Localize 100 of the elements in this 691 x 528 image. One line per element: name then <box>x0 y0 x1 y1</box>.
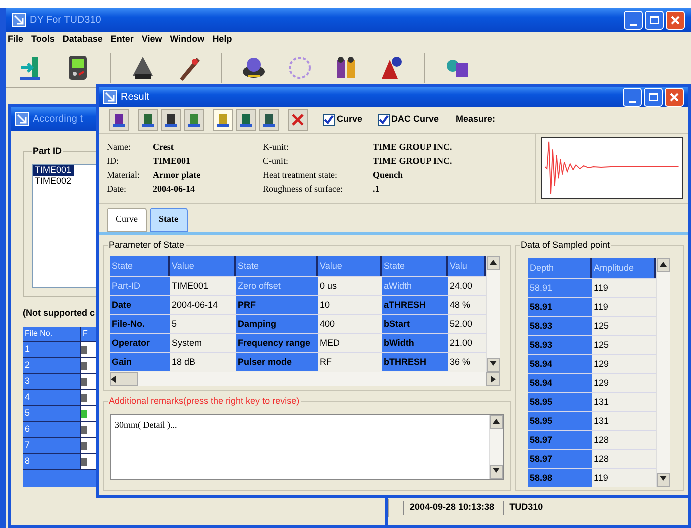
vertical-scrollbar[interactable] <box>656 258 670 487</box>
table-cell: 58.95 <box>528 412 592 430</box>
curve-checkbox[interactable]: DAC Curve <box>378 113 440 127</box>
note-label: (Not supported c <box>23 307 96 319</box>
close-icon <box>671 16 680 24</box>
info-value: TIME GROUP INC. <box>373 154 454 168</box>
table-cell: File-No. <box>110 315 170 333</box>
table-cell: Pulser mode <box>236 353 318 371</box>
delete-button[interactable] <box>288 109 308 131</box>
info-value: .1 <box>373 182 381 196</box>
table-cell: Gain <box>110 353 170 371</box>
list-item[interactable]: TIME002 <box>33 176 74 187</box>
close-icon <box>670 92 679 102</box>
window-title: Result <box>121 90 150 105</box>
check-icon <box>324 115 334 125</box>
vertical-scrollbar[interactable] <box>489 415 503 479</box>
window-title: According t <box>33 112 84 126</box>
group-title: Parameter of State <box>108 239 186 251</box>
table-cell: Part-ID <box>110 277 170 295</box>
down-arrow-icon <box>660 476 667 482</box>
info-value: Crest <box>153 140 175 154</box>
curve-checkbox[interactable]: Curve <box>323 113 363 127</box>
table-cell: bTHRESH <box>382 353 448 371</box>
close-button[interactable] <box>666 10 685 30</box>
table-cell: 58.97 <box>528 431 592 449</box>
info-value: Armor plate <box>153 168 202 182</box>
menu-item[interactable]: File <box>8 33 24 47</box>
measure-label: Measure: <box>456 113 496 126</box>
menu-item[interactable]: Window <box>170 33 205 47</box>
app-icon <box>103 90 117 104</box>
up-arrow-icon <box>660 262 667 267</box>
menu-item[interactable]: Help <box>212 33 232 47</box>
table-cell-text: 119 <box>593 301 610 314</box>
table-cell: 58.93 <box>528 317 592 335</box>
minimize-button[interactable] <box>623 88 642 107</box>
left-arrow-icon <box>111 376 116 382</box>
group-title: Additional remarks(press the right key to revise) <box>108 395 301 407</box>
table-cell-text: 119 <box>593 282 610 295</box>
table-cell: Frequency range <box>236 334 318 352</box>
table-cell: 58.91 <box>528 279 592 297</box>
info-label: Name: <box>107 140 132 154</box>
table-cell: 58.91 <box>528 298 592 316</box>
table-cell: aTHRESH <box>382 296 448 314</box>
table-cell-text: 129 <box>593 377 610 390</box>
tab[interactable]: Curve <box>107 208 147 232</box>
table-cell: 58.97 <box>528 450 592 468</box>
menu-item[interactable]: Enter <box>110 33 134 47</box>
maximize-button[interactable] <box>645 10 664 30</box>
checkbox-box[interactable] <box>378 114 390 126</box>
tab[interactable]: State <box>150 208 188 232</box>
up-arrow-icon <box>490 260 497 265</box>
status-field: 2004-09-28 10:13:38 <box>403 501 495 515</box>
info-label: Date: <box>107 182 128 196</box>
window-title: DY For TUD310 <box>30 14 102 28</box>
minimize-button[interactable] <box>624 10 643 30</box>
info-label: ID: <box>107 154 120 168</box>
table-cell: aWidth <box>382 277 448 295</box>
table-cell: Date <box>110 296 170 314</box>
group-title: Part ID <box>32 145 64 157</box>
menu-item[interactable]: View <box>142 33 162 47</box>
table-cell-text: 129 <box>593 358 610 371</box>
table-cell: Zero offset <box>236 277 318 295</box>
info-label: Heat treatment state: <box>263 168 338 182</box>
table-cell: Operator <box>110 334 170 352</box>
table-cell: PRF <box>236 296 318 314</box>
table-cell-text: 125 <box>593 339 610 352</box>
app-icon <box>15 112 29 126</box>
horizontal-scrollbar[interactable] <box>110 372 500 386</box>
delete-icon <box>292 114 304 126</box>
table-cell-text: 131 <box>593 396 610 409</box>
table-cell: 58.94 <box>528 374 592 392</box>
table-cell-text: 119 <box>593 472 610 485</box>
check-icon <box>378 115 389 125</box>
table-cell-text: 131 <box>593 415 610 428</box>
table-cell: bWidth <box>382 334 448 352</box>
down-arrow-icon <box>490 361 497 366</box>
up-arrow-icon <box>493 418 500 424</box>
table-cell-text: 128 <box>593 434 610 447</box>
table-cell: 58.95 <box>528 393 592 411</box>
right-arrow-icon <box>490 376 496 382</box>
down-arrow-icon <box>493 468 500 474</box>
list-item[interactable]: TIME001 <box>33 165 74 176</box>
table-cell: 58.93 <box>528 336 592 354</box>
table-cell: Damping <box>236 315 318 333</box>
info-label: C-unit: <box>263 154 290 168</box>
info-value: TIME GROUP INC. <box>373 140 454 154</box>
vertical-scrollbar[interactable] <box>486 256 500 372</box>
info-label: Material: <box>107 168 141 182</box>
close-button[interactable] <box>665 88 684 107</box>
info-value: Quench <box>373 168 404 182</box>
info-value: 2004-06-14 <box>153 182 196 196</box>
table-cell-text: 125 <box>593 320 610 333</box>
column-header: File No. <box>23 327 81 341</box>
info-label: K-unit: <box>263 140 290 154</box>
info-value: TIME001 <box>153 154 192 168</box>
menu-item[interactable]: Database <box>62 33 103 47</box>
menu-item[interactable]: Tools <box>32 33 55 47</box>
maximize-button[interactable] <box>644 88 663 107</box>
table-cell: 58.98 <box>528 469 592 487</box>
checkbox-box[interactable] <box>323 114 335 126</box>
